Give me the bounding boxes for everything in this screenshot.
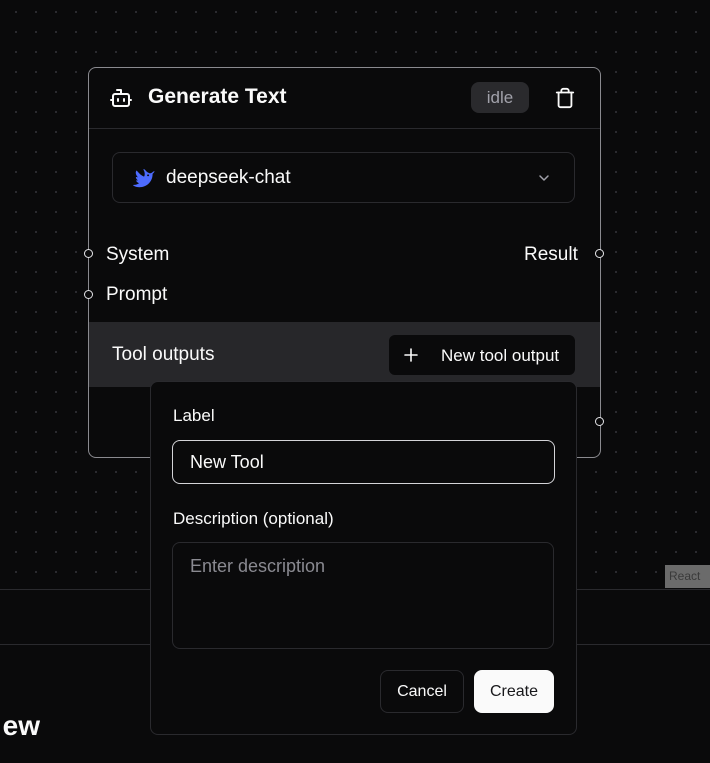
status-badge: idle <box>471 82 529 113</box>
node-title: Generate Text <box>148 85 287 108</box>
description-input[interactable] <box>172 542 554 649</box>
cancel-button[interactable]: Cancel <box>380 670 464 713</box>
react-flow-attribution[interactable]: React <box>665 565 710 588</box>
node-header: Generate Text idle <box>89 68 600 129</box>
robot-icon <box>110 89 132 107</box>
input-label-prompt: Prompt <box>106 284 168 305</box>
plus-icon <box>404 348 418 362</box>
label-field-label: Label <box>173 406 215 425</box>
new-tool-output-popover: Label Description (optional) Cancel Crea… <box>150 381 577 735</box>
model-name: deepseek-chat <box>166 167 291 188</box>
create-button[interactable]: Create <box>474 670 554 713</box>
tool-output-handle[interactable] <box>595 417 604 426</box>
new-tool-output-label: New tool output <box>441 346 560 365</box>
deepseek-whale-icon <box>133 169 155 188</box>
model-select[interactable]: deepseek-chat <box>112 152 575 203</box>
partial-heading: ew <box>2 710 40 741</box>
tool-outputs-section: Tool outputs New tool output <box>89 322 600 387</box>
chevron-down-icon <box>539 175 549 181</box>
input-label-system: System <box>106 244 170 265</box>
description-field-label: Description (optional) <box>173 509 334 528</box>
input-handle-prompt[interactable] <box>84 290 93 299</box>
output-label-result: Result <box>524 244 578 265</box>
input-handle-system[interactable] <box>84 249 93 258</box>
output-handle-result[interactable] <box>595 249 604 258</box>
new-tool-output-button[interactable]: New tool output <box>389 335 575 375</box>
trash-icon[interactable] <box>554 86 576 110</box>
tool-outputs-label: Tool outputs <box>112 344 215 365</box>
label-input[interactable] <box>172 440 555 484</box>
